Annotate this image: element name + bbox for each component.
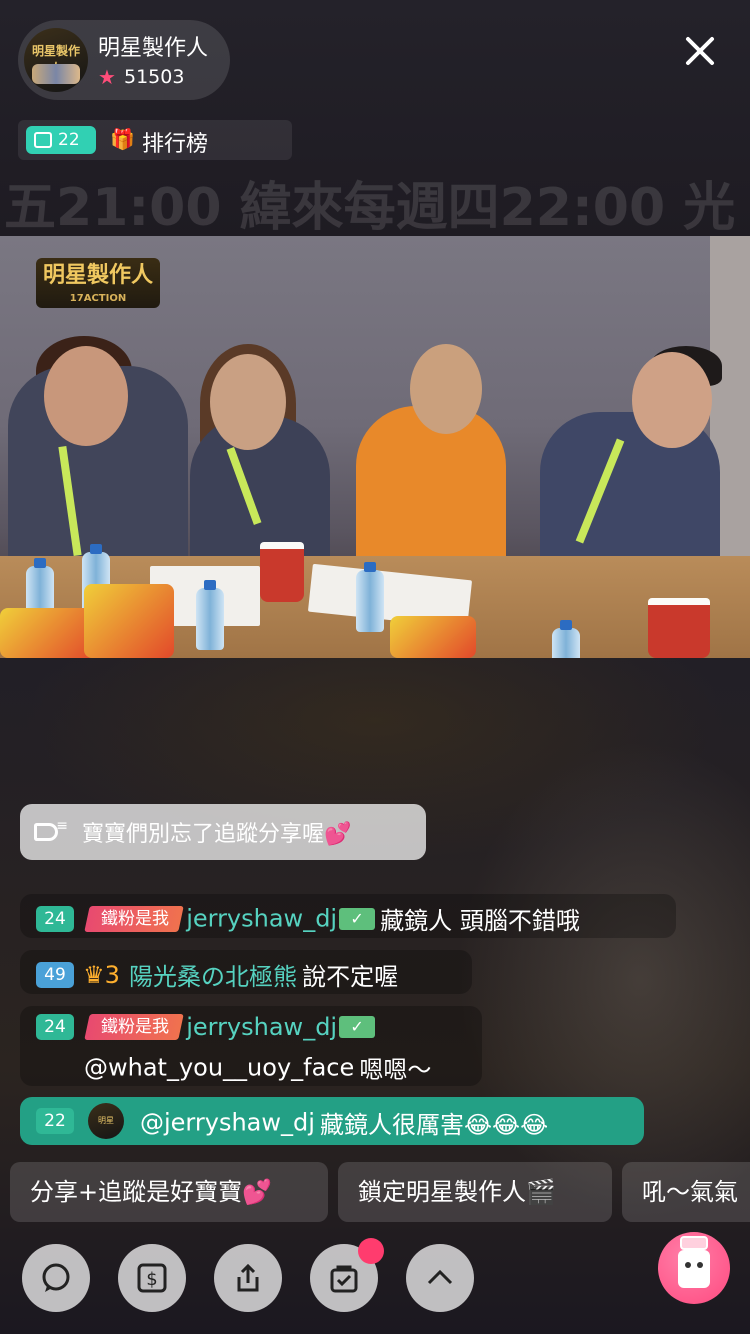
- drink-cup: [648, 598, 710, 658]
- person-3-head: [410, 344, 482, 434]
- chat-username[interactable]: jerryshaw_dj: [186, 1013, 337, 1041]
- gift-count-badge[interactable]: 22: [26, 126, 96, 154]
- chat-username[interactable]: jerryshaw_dj: [186, 905, 337, 933]
- person-4-head: [632, 352, 712, 448]
- person-2-head: [210, 354, 286, 450]
- level-badge: 22: [36, 1108, 74, 1134]
- host-avatar[interactable]: 明星製作人: [24, 28, 88, 92]
- user-avatar[interactable]: 明星: [88, 1103, 124, 1139]
- host-stats: ★ 51503: [98, 66, 184, 88]
- ranking-label[interactable]: 排行榜: [142, 126, 208, 158]
- svg-text:$: $: [146, 1269, 157, 1290]
- chat-message[interactable]: 24 鐵粉是我 jerryshaw_dj ✓ 藏鏡人 頭腦不錯哦: [20, 894, 676, 938]
- video-logo-sub: 17ACTION: [69, 293, 127, 304]
- host-name: 明星製作人: [98, 36, 209, 61]
- water-bottle: [196, 580, 224, 650]
- pinned-notice[interactable]: ≡ 寶寶們別忘了追蹤分享喔💕: [20, 804, 426, 860]
- chat-icon: [42, 1263, 70, 1292]
- snack-bag: [390, 616, 476, 658]
- gift-box-icon: 🎁: [110, 127, 135, 151]
- star-count: 51503: [124, 66, 185, 88]
- notice-text: 寶寶們別忘了追蹤分享喔💕: [82, 822, 352, 847]
- gift-button[interactable]: [658, 1232, 730, 1304]
- chat-username[interactable]: @jerryshaw_dj: [140, 1109, 315, 1137]
- chat-message[interactable]: 24 鐵粉是我 jerryshaw_dj ✓ @what_you__uoy_fac…: [20, 1006, 482, 1086]
- chat-text: 說不定喔: [302, 963, 399, 991]
- quick-reply-chip[interactable]: 鎖定明星製作人🎬: [338, 1162, 612, 1222]
- share-button[interactable]: [214, 1244, 282, 1312]
- money-icon: $: [137, 1263, 167, 1293]
- avatar-figures: [32, 64, 80, 84]
- chat-text: 藏鏡人 頭腦不錯哦: [380, 907, 580, 935]
- chat-text: 嗯嗯～: [359, 1056, 432, 1084]
- water-bottle: [356, 562, 384, 632]
- chevron-up-icon: [427, 1269, 453, 1285]
- level-badge: 24: [36, 1014, 74, 1040]
- notification-dot: [358, 1238, 384, 1264]
- chat-message[interactable]: 49 ♛3 陽光桑の北極熊 說不定喔: [20, 950, 472, 994]
- quick-reply-chip[interactable]: 吼～氣氣: [622, 1162, 750, 1222]
- verified-icon: ✓: [339, 907, 376, 930]
- close-button[interactable]: [676, 28, 724, 76]
- water-bottle: [552, 620, 580, 658]
- drink-cup: [260, 542, 304, 602]
- chat-text: 藏鏡人很厲害😂😂😂: [320, 1111, 549, 1139]
- level-badge: 24: [36, 905, 74, 932]
- bag-icon: [34, 132, 52, 148]
- video-logo: 明星製作人 17ACTION: [36, 258, 160, 308]
- level-badge: 49: [36, 961, 74, 988]
- star-icon: ★: [98, 65, 116, 89]
- share-icon: [237, 1263, 259, 1292]
- snack-bag: [0, 608, 96, 658]
- ranking-bar[interactable]: 22 🎁 排行榜: [18, 120, 292, 160]
- snack-bag: [84, 584, 174, 658]
- chat-mention[interactable]: @what_you__uoy_face: [84, 1054, 354, 1082]
- video-logo-text: 明星製作人: [42, 263, 153, 288]
- live-video[interactable]: 明星製作人 17ACTION: [0, 236, 750, 658]
- person-1-head: [44, 346, 128, 446]
- quick-reply-chip[interactable]: 分享+追蹤是好寶寶💕: [10, 1162, 328, 1222]
- expand-button[interactable]: [406, 1244, 474, 1312]
- shopping-bag-icon: [330, 1265, 358, 1293]
- crown-icon: ♛3: [83, 960, 120, 989]
- gift-icon: [680, 1236, 708, 1250]
- fan-badge: 鐵粉是我: [84, 1014, 184, 1040]
- tip-button[interactable]: $: [118, 1244, 186, 1312]
- verified-icon: ✓: [339, 1016, 376, 1038]
- fan-badge: 鐵粉是我: [84, 905, 184, 932]
- chat-username[interactable]: 陽光桑の北極熊: [129, 963, 297, 991]
- megaphone-icon: ≡: [34, 817, 68, 847]
- chat-button[interactable]: [22, 1244, 90, 1312]
- fan-badge-label: 鐵粉是我: [101, 1017, 170, 1037]
- gift-mascot-icon: [678, 1250, 710, 1288]
- fan-badge-label: 鐵粉是我: [101, 908, 170, 929]
- highlighted-message[interactable]: 22 明星 @jerryshaw_dj 藏鏡人很厲害😂😂😂: [20, 1097, 644, 1145]
- host-card[interactable]: 明星製作人 明星製作人 ★ 51503: [18, 20, 230, 100]
- background-banner: 五21:00 緯來每週四22:00 光: [4, 178, 736, 238]
- gift-count: 22: [58, 130, 80, 150]
